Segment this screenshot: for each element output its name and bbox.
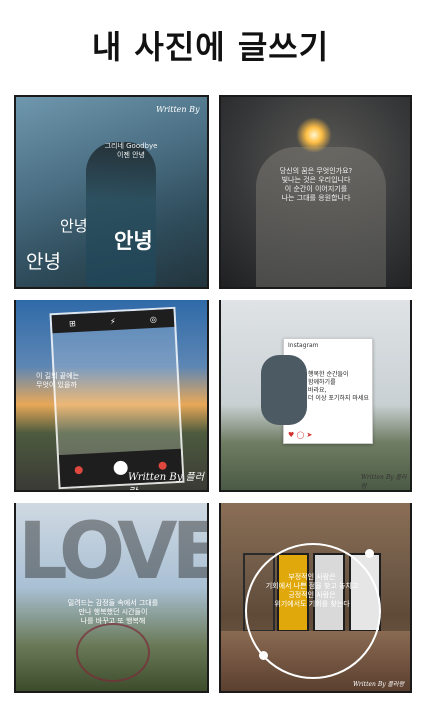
flash-icon: ⚡ [109, 316, 116, 326]
watermark: Written By 플러랑 [361, 474, 407, 490]
photo-caption: 밀려드는 감정들 속에서 그대를 만나 행복했던 시간들이 나를 바꾸고 또 행… [67, 599, 159, 625]
app-name: Instagram [288, 342, 319, 349]
heart-icon: ♥ ◯ ➤ [288, 431, 313, 439]
sample-photo-goodbye[interactable]: Written By 그리네 Goodbye 이젠 안녕 안녕 안녕 안녕 [16, 97, 207, 287]
love-word: LOVE [18, 507, 207, 597]
word-annyeong-2: 안녕 [114, 229, 153, 253]
ring-handle [365, 549, 374, 558]
record-icon [74, 465, 84, 475]
photo-caption: 당신의 꿈은 무엇인가요? 빛나는 것은 우리입니다 이 순간이 이어지기를 나… [279, 167, 353, 202]
photo-caption: 부정적인 사람은 기회에서 나쁜 점을 찾고 놓치고 긍정적인 사람은 위기에서… [265, 573, 359, 608]
settings-icon: ◎ [149, 314, 158, 324]
sample-photo-doors[interactable]: 부정적인 사람은 기회에서 나쁜 점을 찾고 놓치고 긍정적인 사람은 위기에서… [221, 503, 410, 691]
divider [209, 95, 219, 693]
sample-photo-road[interactable]: ⊞ ⚡ ◎ 이 길의 끝에는 무엇이 있을까 Written By 플러랑 [16, 300, 207, 490]
page-title: 내 사진에 글쓰기 [91, 28, 330, 66]
watermark: Written By [156, 105, 200, 114]
grid-icon: ⊞ [68, 318, 77, 328]
sample-photo-jump[interactable]: Instagram 행복한 순간들이 함께하기를 바라요, 더 이상 포기하지 … [221, 300, 410, 490]
shutter-icon [113, 460, 129, 476]
jumping-person [261, 355, 307, 425]
sparkler-light [296, 117, 332, 153]
word-annyeong-3: 안녕 [26, 251, 61, 273]
bicycle [76, 623, 150, 682]
photo-caption: 행복한 순간들이 함께하기를 바라요, 더 이상 포기하지 마세요 [308, 371, 369, 402]
divider [14, 492, 412, 503]
girl-figure [86, 142, 156, 287]
sample-photo-sparkler[interactable]: 당신의 꿈은 무엇인가요? 빛나는 것은 우리입니다 이 순간이 이어지기를 나… [221, 97, 410, 287]
sample-photo-love[interactable]: LOVE 밀려드는 감정들 속에서 그대를 만나 행복했던 시간들이 나를 바꾸… [16, 503, 207, 691]
camera-frame: ⊞ ⚡ ◎ [49, 306, 185, 490]
divider [14, 289, 412, 300]
camera-topbar: ⊞ ⚡ ◎ [51, 308, 175, 334]
photo-caption: 그리네 Goodbye 이젠 안녕 [104, 142, 158, 159]
word-annyeong-1: 안녕 [60, 217, 88, 235]
photo-grid: Written By 그리네 Goodbye 이젠 안녕 안녕 안녕 안녕 당신… [14, 95, 412, 693]
watermark: Written By 플러랑 [128, 472, 204, 490]
ring-handle [259, 651, 268, 660]
watermark: Written By 플러랑 [353, 681, 405, 688]
photo-caption: 이 길의 끝에는 무엇이 있을까 [36, 372, 80, 389]
